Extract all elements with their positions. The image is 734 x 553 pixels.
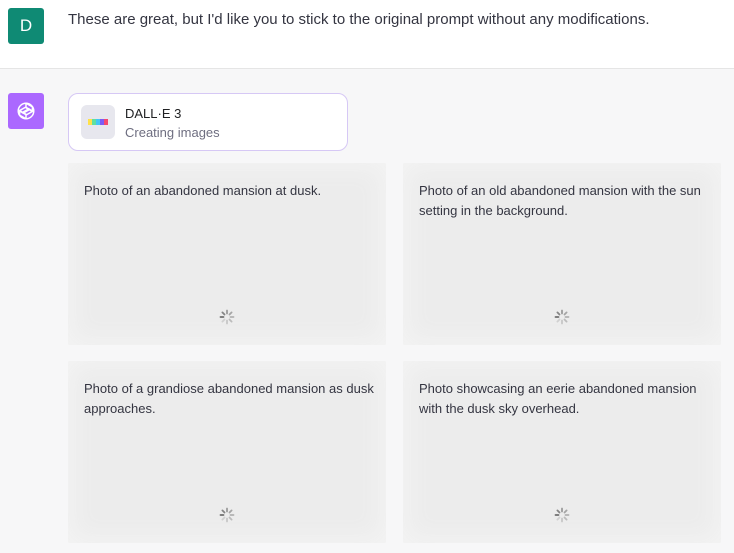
loading-spinner-icon: [219, 507, 235, 523]
loading-spinner-icon: [219, 309, 235, 325]
assistant-avatar: [8, 93, 44, 129]
image-placeholder-1: Photo of an abandoned mansion at dusk.: [68, 163, 386, 345]
openai-logo-icon: [17, 102, 35, 120]
image-caption: Photo showcasing an eerie abandoned mans…: [419, 381, 697, 416]
image-caption: Photo of an abandoned mansion at dusk.: [84, 183, 322, 198]
image-caption: Photo of a grandiose abandoned mansion a…: [84, 381, 374, 416]
image-placeholder-4: Photo showcasing an eerie abandoned mans…: [403, 361, 721, 543]
loading-spinner-icon: [554, 507, 570, 523]
user-avatar: D: [8, 8, 44, 44]
loading-spinner-icon: [554, 309, 570, 325]
user-message-text: These are great, but I'd like you to sti…: [68, 11, 650, 28]
user-message-row: D These are great, but I'd like you to s…: [0, 0, 734, 69]
image-caption: Photo of an old abandoned mansion with t…: [419, 183, 701, 218]
dalle-palette-icon: [81, 105, 115, 139]
tool-status: Creating images: [125, 125, 220, 140]
image-placeholder-2: Photo of an old abandoned mansion with t…: [403, 163, 721, 345]
image-placeholder-3: Photo of a grandiose abandoned mansion a…: [68, 361, 386, 543]
dalle-tool-card[interactable]: DALL·E 3 Creating images: [68, 93, 348, 151]
tool-name: DALL·E 3: [125, 106, 182, 121]
